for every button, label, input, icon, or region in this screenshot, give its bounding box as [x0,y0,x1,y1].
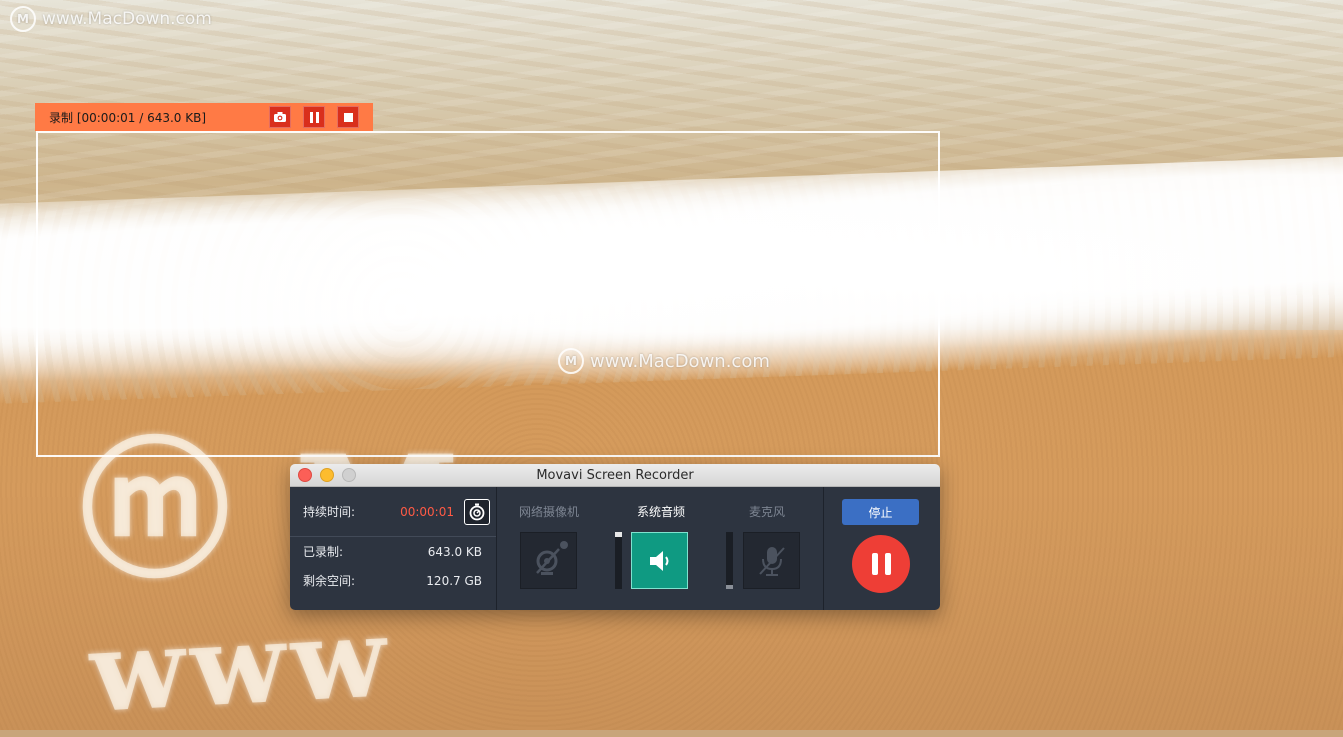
minimize-window-button[interactable] [320,468,334,482]
webcam-toggle[interactable] [520,532,577,589]
camera-icon [274,112,286,122]
free-space-label: 剩余空间: [303,574,356,588]
recorded-label: 已录制: [303,545,344,559]
recording-status-text: 录制 [00:00:01 / 643.0 KB] [49,110,207,125]
free-space-value: 120.7 GB [426,573,482,588]
duration-row: 持续时间: 00:00:01 [290,487,496,537]
stopwatch-icon [469,503,485,520]
watermark-text: www.MacDown.com [42,9,212,29]
free-space-row: 剩余空间: 120.7 GB [290,566,496,595]
microphone-level-meter [726,532,733,589]
recorded-size-row: 已录制: 643.0 KB [290,537,496,566]
webcam-label: 网络摄像机 [519,505,580,519]
speaker-icon [649,550,668,571]
recording-controls: 停止 [824,487,940,610]
webcam-off-icon [535,540,568,575]
pause-icon [871,553,878,575]
capture-area-frame[interactable] [36,131,940,457]
window-title: Movavi Screen Recorder [536,467,694,483]
stop-recording-button[interactable] [337,106,359,128]
sand-writing-decor: www [86,592,396,737]
recorded-value: 643.0 KB [427,544,482,559]
system-audio-toggle[interactable] [631,532,688,589]
pause-button[interactable] [852,535,910,593]
watermark-top-left: M www.MacDown.com [10,6,212,32]
capture-devices: 网络摄像机 系统音频 麦克风 [497,487,824,610]
window-titlebar[interactable]: Movavi Screen Recorder [290,464,940,487]
macdown-logo-icon: M [10,6,36,32]
close-window-button[interactable] [298,468,312,482]
system-audio-level-meter [615,532,622,589]
recorder-panel: 持续时间: 00:00:01 已录制: 643.0 KB 剩余空间: 120.7 [290,487,940,610]
timer-button[interactable] [464,498,490,525]
recording-status-bar: 录制 [00:00:01 / 643.0 KB] [35,103,373,131]
recorder-window: Movavi Screen Recorder 持续时间: 00:00:01 已录… [290,464,940,610]
zoom-window-button [342,468,356,482]
pause-icon [884,553,891,575]
stop-button[interactable]: 停止 [842,499,919,525]
microphone-off-icon [758,546,785,576]
screenshot-button[interactable] [269,106,291,128]
stop-icon [343,112,353,122]
recording-stats: 持续时间: 00:00:01 已录制: 643.0 KB 剩余空间: 120.7 [290,487,497,610]
system-audio-label: 系统音频 [637,505,686,519]
microphone-toggle[interactable] [743,532,800,589]
pause-icon [309,111,319,123]
duration-label: 持续时间: [303,505,356,519]
microphone-label: 麦克风 [749,505,786,519]
pause-recording-button[interactable] [303,106,325,128]
duration-value: 00:00:01 [400,504,454,519]
